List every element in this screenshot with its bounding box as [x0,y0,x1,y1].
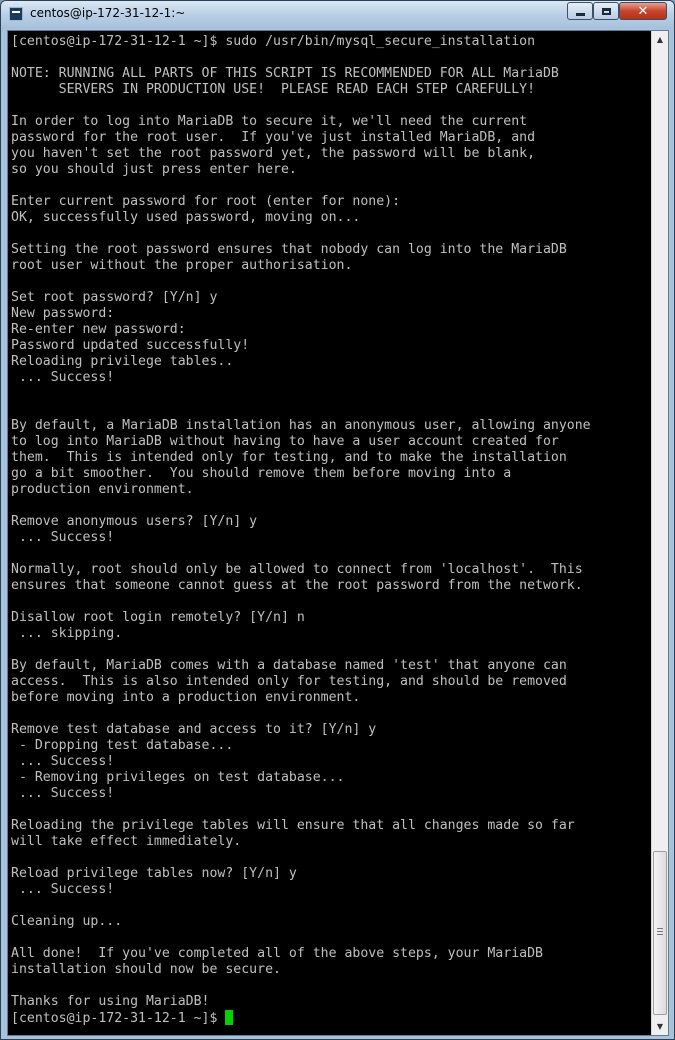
terminal-text: [centos@ip-172-31-12-1 ~]$ sudo /usr/bin… [11,34,591,1026]
grip-icon [657,928,663,936]
terminal-line: [centos@ip-172-31-12-1 ~]$ sudo /usr/bin… [11,34,536,49]
terminal-line: will take effect immediately. [11,834,242,849]
window-title: centos@ip-172-31-12-1:~ [30,6,186,20]
terminal-line: - Removing privileges on test database..… [11,770,345,785]
terminal-line: ... Success! [11,530,115,545]
terminal-output[interactable]: [centos@ip-172-31-12-1 ~]$ sudo /usr/bin… [8,31,651,1035]
terminal-window: centos@ip-172-31-12-1:~ ✕ [centos@ip-172… [0,0,675,1040]
terminal-client-area: [centos@ip-172-31-12-1 ~]$ sudo /usr/bin… [7,30,669,1036]
terminal-line: Cleaning up... [11,914,123,929]
terminal-line: ensures that someone cannot guess at the… [11,578,583,593]
shell-prompt: [centos@ip-172-31-12-1 ~]$ [11,1011,226,1026]
scroll-down-arrow-icon[interactable]: ▼ [652,1018,668,1035]
terminal-line: Remove test database and access to it? [… [11,722,377,737]
vertical-scrollbar[interactable]: ▲ ▼ [651,31,668,1035]
terminal-icon[interactable] [9,7,23,21]
minimize-icon [575,12,585,16]
terminal-line: Password updated successfully! [11,338,250,353]
maximize-button[interactable] [593,2,619,20]
terminal-line: SERVERS IN PRODUCTION USE! PLEASE READ E… [11,82,536,97]
terminal-line: Re-enter new password: [11,322,186,337]
terminal-line: production environment. [11,482,194,497]
terminal-line: go a bit smoother. You should remove the… [11,466,512,481]
terminal-line: In order to log into MariaDB to secure i… [11,114,528,129]
terminal-line: Remove anonymous users? [Y/n] y [11,514,258,529]
terminal-line: you haven't set the root password yet, t… [11,146,536,161]
close-button[interactable]: ✕ [619,2,667,20]
terminal-line: Setting the root password ensures that n… [11,242,567,257]
terminal-line: - Dropping test database... [11,738,234,753]
terminal-line: access. This is also intended only for t… [11,674,567,689]
terminal-line: ... Success! [11,370,115,385]
close-icon: ✕ [637,3,649,19]
title-bar[interactable]: centos@ip-172-31-12-1:~ ✕ [1,1,674,29]
terminal-line: By default, a MariaDB installation has a… [11,418,591,433]
terminal-line: All done! If you've completed all of the… [11,946,543,961]
terminal-line: root user without the proper authorisati… [11,258,353,273]
terminal-line: before moving into a production environm… [11,690,361,705]
scroll-up-arrow-icon[interactable]: ▲ [652,31,668,48]
terminal-line: Reload privilege tables now? [Y/n] y [11,866,297,881]
terminal-line: Reloading the privilege tables will ensu… [11,818,575,833]
terminal-line: ... Success! [11,882,115,897]
prompt-line: [centos@ip-172-31-12-1 ~]$ [11,1010,591,1026]
terminal-line: Enter current password for root (enter f… [11,194,401,209]
terminal-line: Normally, root should only be allowed to… [11,562,583,577]
terminal-line: ... skipping. [11,626,123,641]
terminal-line: Thanks for using MariaDB! [11,994,210,1009]
terminal-line: Reloading privilege tables.. [11,354,234,369]
terminal-line: New password: [11,306,115,321]
terminal-line: them. This is intended only for testing,… [11,450,567,465]
terminal-line: to log into MariaDB without having to ha… [11,434,559,449]
terminal-line: so you should just press enter here. [11,162,297,177]
text-cursor [225,1010,234,1025]
terminal-line: ... Success! [11,754,115,769]
maximize-icon [601,7,611,15]
terminal-line: installation should now be secure. [11,962,281,977]
terminal-line: OK, successfully used password, moving o… [11,210,361,225]
terminal-line: Disallow root login remotely? [Y/n] n [11,610,305,625]
minimize-button[interactable] [567,2,593,20]
scrollbar-thumb[interactable] [653,851,667,1015]
terminal-line: password for the root user. If you've ju… [11,130,536,145]
terminal-line: NOTE: RUNNING ALL PARTS OF THIS SCRIPT I… [11,66,559,81]
terminal-line: Set root password? [Y/n] y [11,290,218,305]
terminal-line: ... Success! [11,786,115,801]
terminal-line: By default, MariaDB comes with a databas… [11,658,567,673]
